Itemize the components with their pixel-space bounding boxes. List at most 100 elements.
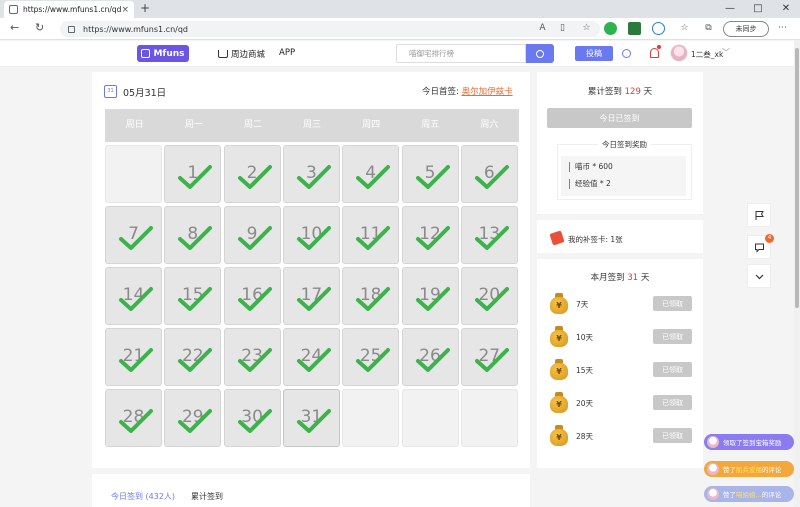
calendar-day-cell[interactable]: 5: [401, 145, 459, 203]
read-aloud-icon[interactable]: A: [536, 22, 549, 35]
total-signin-title: 累计签到 129 天: [537, 85, 703, 97]
sync-button[interactable]: 未同步: [723, 21, 769, 37]
site-favicon-icon: [9, 5, 18, 14]
signed-today-button[interactable]: 今日已签到: [547, 108, 692, 128]
calendar-day-cell[interactable]: 9: [223, 206, 281, 264]
calendar-day-cell[interactable]: 12: [401, 206, 459, 264]
post-button[interactable]: 投稿: [575, 46, 613, 61]
url-field[interactable]: https://www.mfuns1.cn/qd: [60, 21, 600, 37]
month-prefix: 本月签到: [590, 273, 625, 283]
back-arrow-icon[interactable]: ←: [10, 21, 19, 34]
site-header: Mfuns 周边商城 APP 喵御宅排行榜 投稿 1二叁_xk ﹀: [0, 41, 794, 67]
toast-avatar: [707, 463, 719, 475]
signin-tabs: 今日签到 (432人) 累计签到: [92, 474, 530, 507]
calendar-day-cell[interactable]: 24: [282, 328, 340, 386]
new-tab-button[interactable]: +: [140, 1, 150, 15]
calendar-day-cell[interactable]: 11: [342, 206, 400, 264]
claimed-button[interactable]: 已领取: [653, 296, 692, 311]
calendar-day-cell[interactable]: 17: [282, 267, 340, 325]
notification-bell-icon[interactable]: [650, 48, 659, 58]
calendar-day-cell[interactable]: 21: [105, 328, 162, 386]
tab-close-icon[interactable]: ×: [121, 5, 129, 15]
calendar-day-cell[interactable]: 22: [164, 328, 222, 386]
search-input[interactable]: 喵御宅排行榜: [396, 44, 526, 63]
milestone-row: ¥ 10天 已领取: [537, 324, 703, 350]
edge-extension-icon[interactable]: [652, 22, 665, 35]
calendar-day-cell[interactable]: 1: [164, 145, 222, 203]
reader-view-icon[interactable]: ▯: [556, 22, 569, 35]
calendar-day-cell[interactable]: 6: [460, 145, 518, 203]
username[interactable]: 1二叁_xk: [691, 49, 723, 60]
calendar-day-cell[interactable]: 4: [342, 145, 400, 203]
checkmark-icon: [237, 165, 272, 189]
minimize-button[interactable]: —: [716, 0, 744, 18]
calendar-day-cell[interactable]: 25: [342, 328, 400, 386]
favorite-star-icon[interactable]: ☆: [580, 22, 593, 35]
header-search-icon[interactable]: [622, 49, 631, 58]
address-toolbar: ← ↻ https://www.mfuns1.cn/qd A ▯ ☆ ☆ ⧉ 未…: [0, 18, 800, 40]
toast-suffix: 的评论: [762, 466, 782, 474]
feedback-flag-button[interactable]: [747, 203, 771, 227]
calendar-day-cell[interactable]: 2: [223, 145, 281, 203]
extension-2-icon[interactable]: [628, 22, 641, 35]
calendar-day-cell[interactable]: 19: [401, 267, 459, 325]
calendar-day-cell[interactable]: 7: [105, 206, 162, 264]
reward-list: 喵币 * 600 经验值 * 2: [561, 156, 686, 196]
total-signin-card: 累计签到 129 天 今日已签到 今日签到奖励 喵币 * 600 经验值 * 2: [537, 72, 703, 214]
checkmark-icon: [237, 409, 272, 433]
activity-toast[interactable]: 赞了 喵娘娘... 的评论: [704, 486, 794, 502]
calendar-day-cell[interactable]: 15: [164, 267, 222, 325]
maximize-button[interactable]: □: [744, 0, 772, 18]
activity-toast[interactable]: 领取了签到宝箱奖励: [704, 434, 794, 450]
search-button[interactable]: [526, 44, 554, 63]
nav-shop-link[interactable]: 周边商城: [218, 48, 265, 60]
calendar-day-cell[interactable]: 14: [105, 267, 162, 325]
activity-toast[interactable]: 赞了 肌兵爱丽 的评论: [704, 461, 794, 477]
calendar-day-cell[interactable]: 13: [460, 206, 518, 264]
calendar-day-cell[interactable]: 26: [401, 328, 459, 386]
checkmark-icon: [237, 348, 272, 372]
calendar-day-cell[interactable]: 23: [223, 328, 281, 386]
calendar-day-cell[interactable]: 3: [282, 145, 340, 203]
nav-shop-label: 周边商城: [231, 50, 266, 60]
calendar-day-cell[interactable]: 10: [282, 206, 340, 264]
page-scrollbar[interactable]: [794, 40, 800, 507]
first-signin-user[interactable]: 奥尔加伊兹卡: [462, 87, 513, 97]
comment-icon: [754, 243, 764, 253]
window-controls: — □ ✕: [716, 0, 800, 18]
close-window-button[interactable]: ✕: [772, 0, 800, 18]
reward-title: 今日签到奖励: [598, 140, 651, 149]
claimed-button[interactable]: 已领取: [653, 395, 692, 410]
checkmark-icon: [296, 165, 331, 189]
calendar-day-cell[interactable]: 31: [282, 389, 340, 447]
calendar-day-cell[interactable]: 27: [460, 328, 518, 386]
calendar-day-cell[interactable]: 29: [164, 389, 222, 447]
calendar-day-cell[interactable]: 16: [223, 267, 281, 325]
extension-icon[interactable]: [604, 22, 617, 35]
calendar-day-cell[interactable]: 8: [164, 206, 222, 264]
claimed-button[interactable]: 已领取: [653, 362, 692, 377]
scrollbar-thumb[interactable]: [795, 48, 799, 308]
claimed-button[interactable]: 已领取: [653, 428, 692, 443]
chevron-down-icon[interactable]: ﹀: [722, 47, 730, 58]
browser-tab[interactable]: https://www.mfuns1.cn/qd ×: [4, 1, 134, 18]
collections-icon[interactable]: ⧉: [702, 22, 715, 35]
avatar[interactable]: [670, 44, 688, 62]
site-logo[interactable]: Mfuns: [137, 45, 189, 62]
calendar-day-cell[interactable]: 30: [223, 389, 281, 447]
chevron-down-icon: [755, 274, 763, 279]
tab-total-signin[interactable]: 累计签到: [191, 491, 223, 502]
calendar-day-cell[interactable]: 20: [460, 267, 518, 325]
monthly-signin-card: 本月签到 31 天 ¥ 7天 已领取 ¥ 10天 已领取 ¥ 15天 已领取 ¥…: [537, 259, 703, 468]
nav-app-link[interactable]: APP: [279, 48, 295, 58]
money-bag-icon: ¥: [549, 425, 569, 446]
weekday-label: 周四: [362, 120, 381, 130]
more-menu-icon[interactable]: ⋯: [776, 22, 789, 35]
calendar-day-cell[interactable]: 18: [342, 267, 400, 325]
calendar-day-cell[interactable]: 28: [105, 389, 162, 447]
refresh-icon[interactable]: ↻: [35, 21, 44, 34]
favorites-icon[interactable]: ☆: [678, 22, 691, 35]
claimed-button[interactable]: 已领取: [653, 329, 692, 344]
scroll-down-button[interactable]: [747, 264, 771, 288]
tab-today-signin[interactable]: 今日签到 (432人): [111, 491, 175, 502]
